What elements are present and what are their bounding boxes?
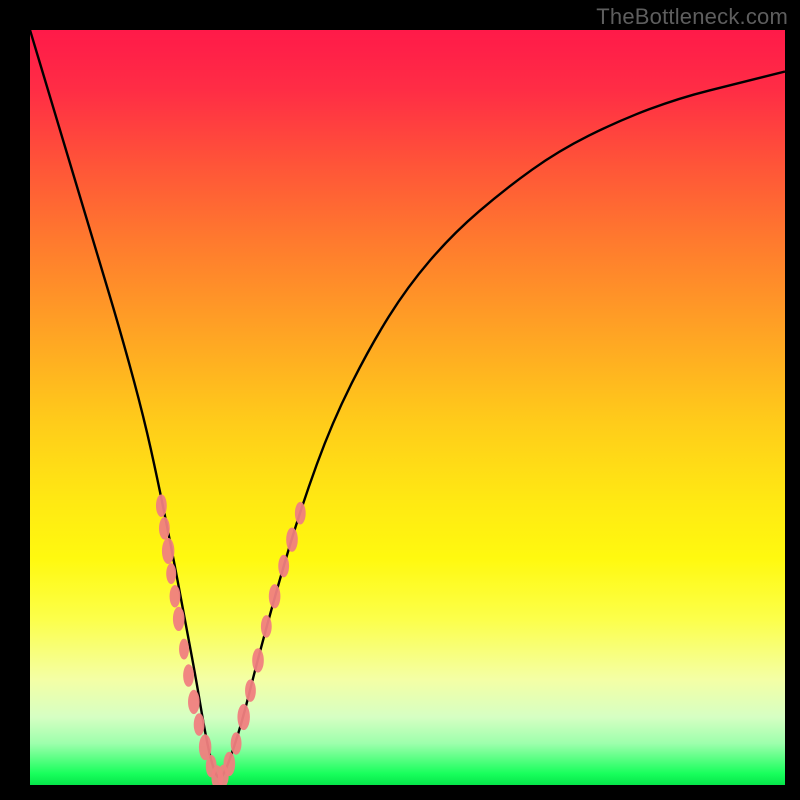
watermark-text: TheBottleneck.com xyxy=(596,4,788,30)
sample-points-group xyxy=(156,494,306,785)
sample-point xyxy=(194,713,205,736)
bottleneck-curve xyxy=(30,30,785,778)
sample-point xyxy=(166,563,176,584)
sample-point xyxy=(159,517,170,540)
sample-point xyxy=(245,679,256,702)
sample-point xyxy=(224,752,236,776)
chart-frame: TheBottleneck.com xyxy=(0,0,800,800)
sample-point xyxy=(170,585,181,608)
sample-point xyxy=(286,527,298,551)
sample-point xyxy=(183,664,194,687)
sample-point xyxy=(295,502,306,525)
sample-point xyxy=(162,538,174,564)
sample-point xyxy=(261,615,272,638)
sample-point xyxy=(179,639,189,660)
sample-point xyxy=(278,555,289,578)
sample-point xyxy=(173,607,185,631)
sample-point xyxy=(188,690,200,714)
plot-area xyxy=(30,30,785,785)
sample-point xyxy=(252,648,264,672)
sample-point xyxy=(156,494,167,517)
sample-point xyxy=(231,732,242,755)
sample-point xyxy=(269,584,281,608)
sample-point xyxy=(237,704,249,730)
chart-svg xyxy=(30,30,785,785)
